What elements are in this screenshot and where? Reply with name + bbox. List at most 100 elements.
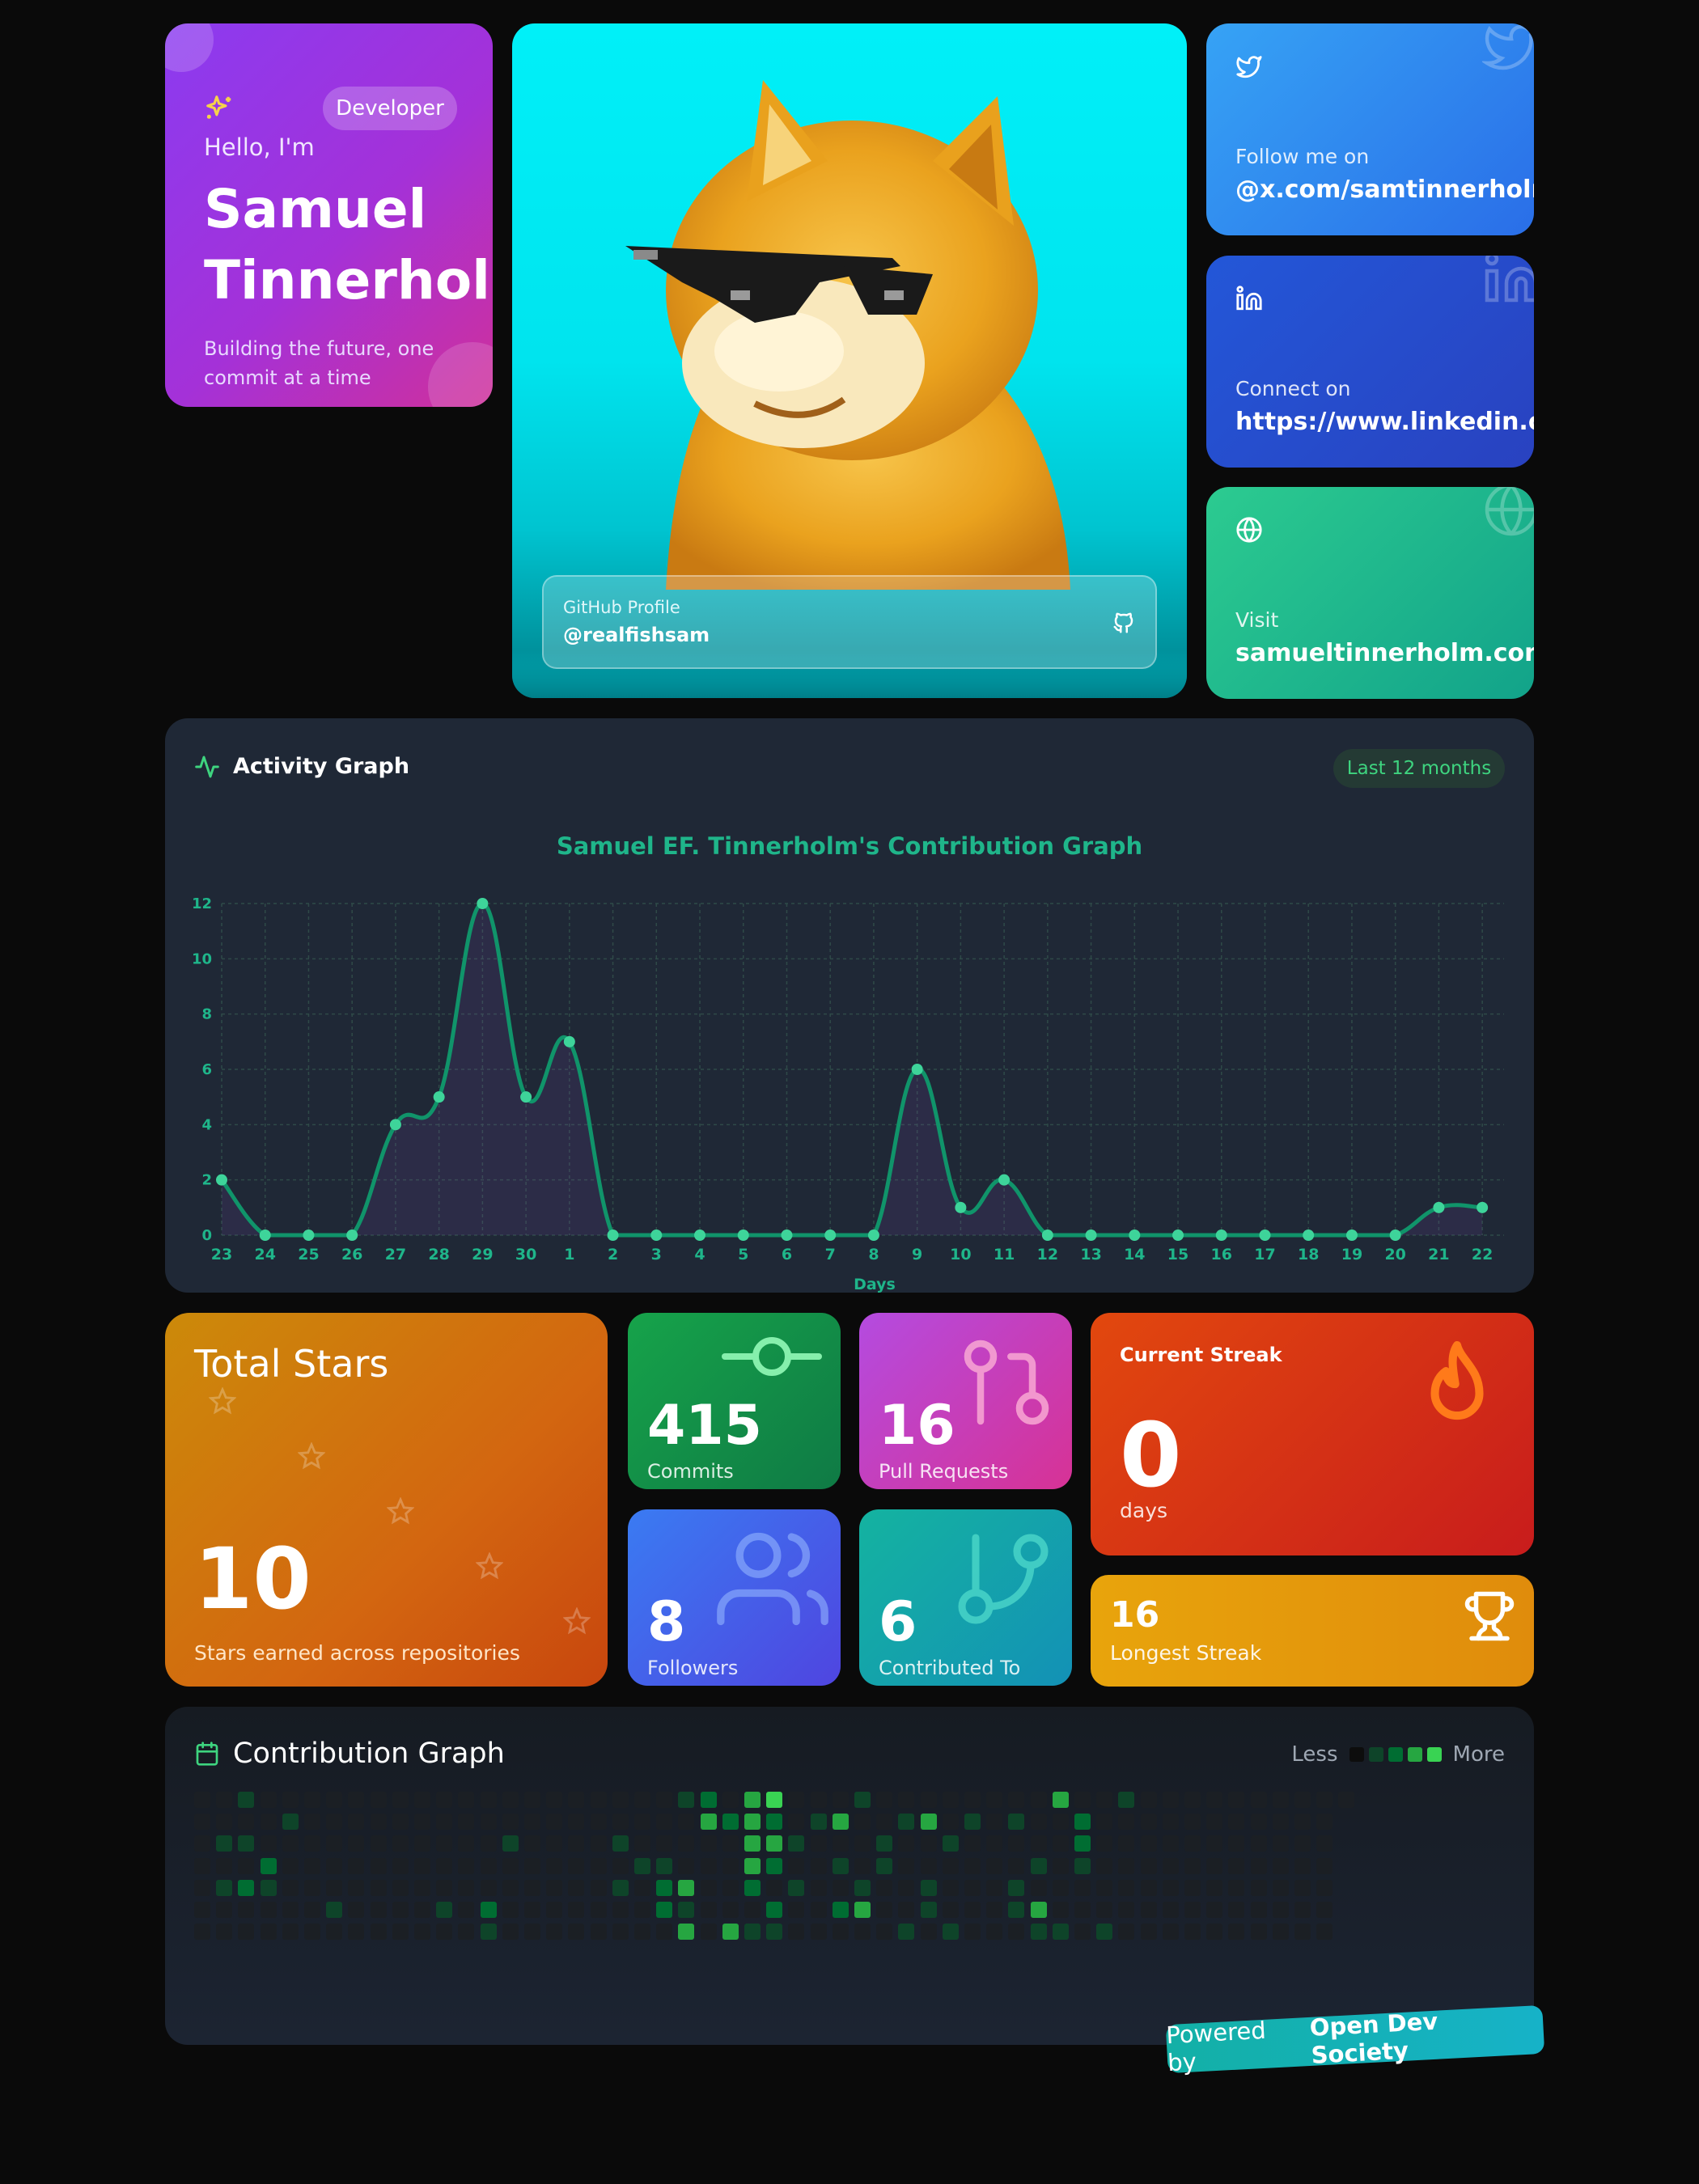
- contribution-cell[interactable]: [546, 1792, 563, 1808]
- contribution-cell[interactable]: [1008, 1902, 1025, 1918]
- contribution-cell[interactable]: [216, 1814, 233, 1831]
- contribution-cell[interactable]: [194, 1924, 210, 1941]
- contribution-cell[interactable]: [854, 1902, 871, 1918]
- contribution-cell[interactable]: [590, 1857, 607, 1874]
- contribution-cell[interactable]: [326, 1792, 343, 1808]
- contribution-cell[interactable]: [194, 1902, 210, 1918]
- contribution-cell[interactable]: [898, 1814, 915, 1831]
- contribution-cell[interactable]: [1316, 1924, 1333, 1941]
- contribution-cell[interactable]: [1228, 1814, 1245, 1831]
- contribution-cell[interactable]: [502, 1879, 519, 1896]
- contribution-cell[interactable]: [304, 1814, 320, 1831]
- contribution-cell[interactable]: [260, 1857, 277, 1874]
- contribution-cell[interactable]: [1228, 1835, 1245, 1852]
- contribution-cell[interactable]: [1294, 1902, 1311, 1918]
- contribution-cell[interactable]: [656, 1835, 673, 1852]
- contribution-cell[interactable]: [612, 1835, 629, 1852]
- contribution-cell[interactable]: [722, 1857, 739, 1874]
- contribution-cell[interactable]: [898, 1902, 915, 1918]
- contribution-cell[interactable]: [1118, 1879, 1135, 1896]
- contribution-cell[interactable]: [282, 1857, 299, 1874]
- contribution-cell[interactable]: [678, 1857, 695, 1874]
- contribution-cell[interactable]: [898, 1792, 915, 1808]
- contribution-cell[interactable]: [832, 1792, 849, 1808]
- contribution-cell[interactable]: [304, 1902, 320, 1918]
- contribution-cell[interactable]: [876, 1879, 893, 1896]
- contribution-cell[interactable]: [568, 1835, 585, 1852]
- contribution-cell[interactable]: [1162, 1879, 1179, 1896]
- contribution-cell[interactable]: [348, 1879, 365, 1896]
- contribution-cell[interactable]: [436, 1924, 453, 1941]
- contribution-cell[interactable]: [942, 1835, 959, 1852]
- contribution-cell[interactable]: [1096, 1835, 1113, 1852]
- contribution-cell[interactable]: [458, 1924, 475, 1941]
- contribution-cell[interactable]: [1052, 1792, 1069, 1808]
- contribution-cell[interactable]: [634, 1835, 650, 1852]
- contribution-cell[interactable]: [1074, 1814, 1091, 1831]
- contribution-cell[interactable]: [260, 1879, 277, 1896]
- contribution-cell[interactable]: [854, 1835, 871, 1852]
- contribution-cell[interactable]: [876, 1835, 893, 1852]
- contribution-cell[interactable]: [876, 1857, 893, 1874]
- contribution-cell[interactable]: [502, 1857, 519, 1874]
- contribution-cell[interactable]: [1294, 1857, 1311, 1874]
- contribution-cell[interactable]: [656, 1879, 673, 1896]
- contribution-cell[interactable]: [370, 1835, 387, 1852]
- contribution-cell[interactable]: [1272, 1814, 1289, 1831]
- contribution-cell[interactable]: [524, 1814, 540, 1831]
- linkedin-link-card[interactable]: Connect on https://www.linkedin.com: [1206, 256, 1534, 468]
- contribution-cell[interactable]: [942, 1857, 959, 1874]
- contribution-cell[interactable]: [788, 1879, 805, 1896]
- contribution-cell[interactable]: [832, 1879, 849, 1896]
- contribution-cell[interactable]: [788, 1857, 805, 1874]
- contribution-cell[interactable]: [942, 1924, 959, 1941]
- contribution-cell[interactable]: [1030, 1835, 1047, 1852]
- contribution-cell[interactable]: [722, 1924, 739, 1941]
- contribution-cell[interactable]: [1228, 1924, 1245, 1941]
- contribution-cell[interactable]: [1206, 1835, 1223, 1852]
- contribution-cell[interactable]: [392, 1924, 409, 1941]
- contribution-cell[interactable]: [942, 1792, 959, 1808]
- contribution-cell[interactable]: [788, 1924, 805, 1941]
- contribution-cell[interactable]: [1294, 1924, 1311, 1941]
- twitter-link-card[interactable]: Follow me on @x.com/samtinnerholm: [1206, 23, 1534, 235]
- contribution-cell[interactable]: [898, 1879, 915, 1896]
- contribution-cell[interactable]: [744, 1902, 761, 1918]
- contribution-cell[interactable]: [458, 1857, 475, 1874]
- contribution-cell[interactable]: [260, 1814, 277, 1831]
- contribution-cell[interactable]: [1184, 1879, 1201, 1896]
- contribution-cell[interactable]: [590, 1792, 607, 1808]
- contribution-cell[interactable]: [502, 1835, 519, 1852]
- contribution-cell[interactable]: [370, 1792, 387, 1808]
- contribution-cell[interactable]: [392, 1902, 409, 1918]
- contribution-cell[interactable]: [1162, 1902, 1179, 1918]
- contribution-cell[interactable]: [524, 1879, 540, 1896]
- contribution-cell[interactable]: [788, 1792, 805, 1808]
- contribution-cell[interactable]: [700, 1879, 717, 1896]
- contribution-cell[interactable]: [436, 1857, 453, 1874]
- contribution-cell[interactable]: [304, 1792, 320, 1808]
- contribution-cell[interactable]: [1008, 1924, 1025, 1941]
- contribution-cell[interactable]: [260, 1924, 277, 1941]
- contribution-cell[interactable]: [502, 1924, 519, 1941]
- contribution-cell[interactable]: [1250, 1792, 1267, 1808]
- contribution-cell[interactable]: [392, 1835, 409, 1852]
- contribution-cell[interactable]: [260, 1792, 277, 1808]
- contribution-cell[interactable]: [1096, 1879, 1113, 1896]
- contribution-cell[interactable]: [986, 1835, 1003, 1852]
- contribution-cell[interactable]: [700, 1835, 717, 1852]
- contribution-cell[interactable]: [788, 1814, 805, 1831]
- contribution-cell[interactable]: [942, 1814, 959, 1831]
- contribution-cell[interactable]: [612, 1924, 629, 1941]
- contribution-cell[interactable]: [216, 1902, 233, 1918]
- contribution-cell[interactable]: [238, 1924, 255, 1941]
- contribution-cell[interactable]: [282, 1814, 299, 1831]
- contribution-cell[interactable]: [964, 1902, 981, 1918]
- contribution-cell[interactable]: [238, 1902, 255, 1918]
- contribution-cell[interactable]: [194, 1835, 210, 1852]
- contribution-cell[interactable]: [656, 1924, 673, 1941]
- contribution-cell[interactable]: [876, 1792, 893, 1808]
- contribution-cell[interactable]: [1096, 1857, 1113, 1874]
- contribution-cell[interactable]: [678, 1924, 695, 1941]
- contribution-cell[interactable]: [1272, 1792, 1289, 1808]
